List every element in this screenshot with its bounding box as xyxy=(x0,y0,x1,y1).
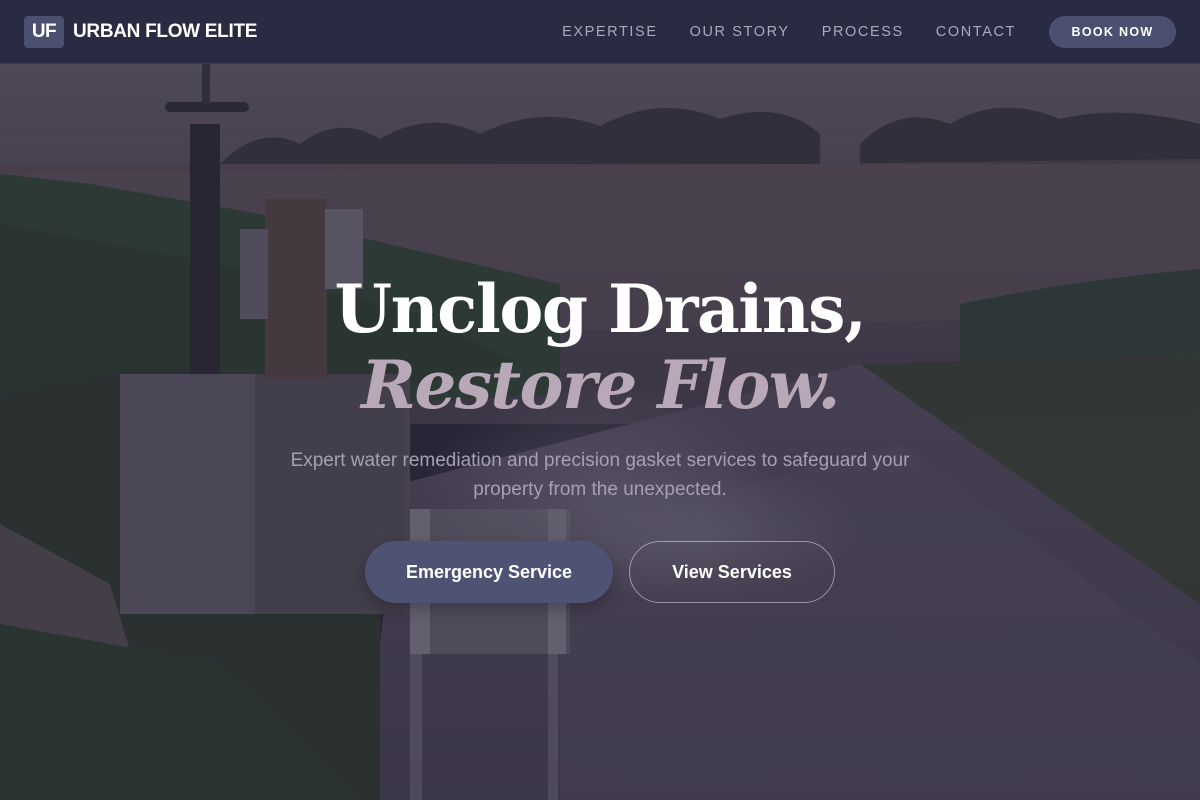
nav-links: EXPERTISE OUR STORY PROCESS CONTACT xyxy=(562,24,1016,40)
hero-subtitle: Expert water remediation and precision g… xyxy=(290,450,910,500)
hero-headline-line2: Restore Flow. xyxy=(361,346,840,424)
hero-section: Unclog Drains, Restore Flow. Expert wate… xyxy=(0,64,1200,800)
logo-mark: UF xyxy=(24,15,64,48)
nav-link-contact[interactable]: CONTACT xyxy=(936,24,1016,40)
hero-headline-line1: Unclog Drains, xyxy=(334,270,867,348)
navbar: UF URBAN FLOW ELITE EXPERTISE OUR STORY … xyxy=(0,0,1200,64)
brand-logo[interactable]: UF URBAN FLOW ELITE xyxy=(24,15,258,48)
emergency-service-button[interactable]: Emergency Service xyxy=(365,541,613,603)
book-now-button[interactable]: BOOK NOW xyxy=(1049,15,1176,48)
nav-link-our-story[interactable]: OUR STORY xyxy=(690,24,790,40)
brand-name: URBAN FLOW ELITE xyxy=(73,20,258,42)
nav-link-process[interactable]: PROCESS xyxy=(822,24,904,40)
hero-content: Unclog Drains, Restore Flow. Expert wate… xyxy=(0,64,1200,800)
cta-row: Emergency Service View Services xyxy=(0,541,1200,603)
view-services-button[interactable]: View Services xyxy=(629,541,835,603)
nav-link-expertise[interactable]: EXPERTISE xyxy=(562,24,658,40)
